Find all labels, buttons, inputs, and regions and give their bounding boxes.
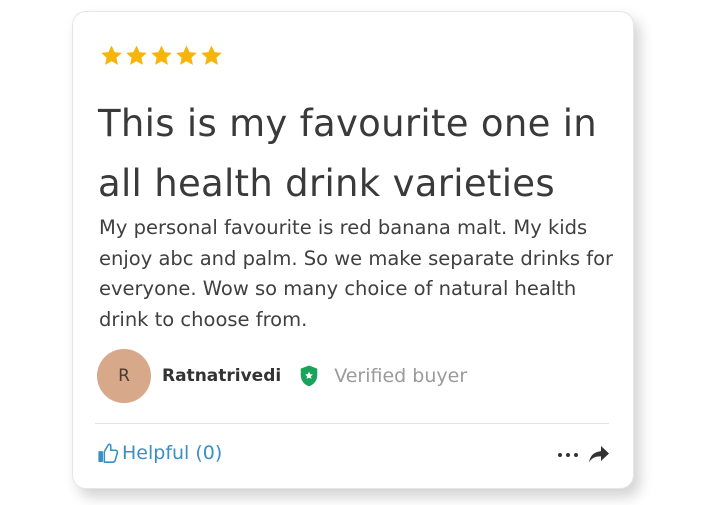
thumbs-up-icon — [98, 443, 119, 463]
avatar: R — [97, 349, 151, 403]
verified-shield-icon — [300, 365, 318, 387]
verified-buyer-label: Verified buyer — [334, 365, 468, 387]
star-icon — [101, 45, 122, 65]
avatar-initial: R — [118, 366, 130, 386]
share-arrow-icon[interactable] — [587, 443, 611, 465]
star-icon — [176, 45, 197, 65]
star-icon — [151, 45, 172, 65]
helpful-count: (0) — [195, 442, 223, 464]
reviewer-info: R Ratnatrivedi Verified buyer — [97, 349, 467, 403]
star-rating — [99, 44, 224, 68]
star-icon — [201, 45, 222, 65]
divider — [95, 423, 609, 424]
star-icon — [126, 45, 147, 65]
helpful-button[interactable]: Helpful (0) — [97, 442, 222, 464]
more-dots-icon[interactable] — [557, 445, 581, 463]
helpful-label: Helpful — [122, 442, 190, 464]
review-card: This is my favourite one in all health d… — [72, 11, 634, 489]
review-title: This is my favourite one in all health d… — [98, 102, 598, 205]
review-body: My personal favourite is red banana malt… — [99, 216, 614, 331]
reviewer-name: Ratnatrivedi — [162, 366, 282, 386]
